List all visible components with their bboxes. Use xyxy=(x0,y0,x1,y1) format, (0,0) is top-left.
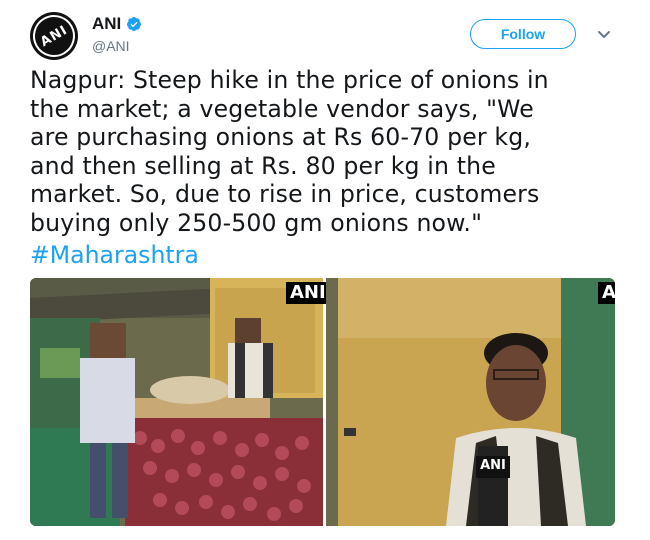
account-handle[interactable]: @ANI xyxy=(92,38,130,54)
avatar-logo-text: ANI xyxy=(37,22,71,50)
ani-watermark-right: A xyxy=(598,282,615,304)
ani-watermark-left: ANI xyxy=(286,282,330,304)
display-name[interactable]: ANI xyxy=(92,14,121,34)
name-row[interactable]: ANI xyxy=(92,14,142,34)
tweet-text: Nagpur: Steep hike in the price of onion… xyxy=(30,66,549,237)
ani-logo: ANI xyxy=(30,12,78,60)
avatar[interactable]: ANI xyxy=(30,12,78,60)
follow-button[interactable]: Follow xyxy=(470,19,576,49)
vendor-interview-photo[interactable] xyxy=(326,278,615,526)
tweet-media[interactable]: ANI A ANI xyxy=(30,278,615,526)
verified-badge-icon xyxy=(127,17,142,31)
tweet-header: ANI ANI @ANI Follow xyxy=(0,0,650,64)
market-photo[interactable] xyxy=(30,278,323,526)
chevron-down-icon[interactable] xyxy=(596,26,612,42)
hashtag-link[interactable]: #Maharashtra xyxy=(30,241,199,269)
microphone-label: ANI xyxy=(480,458,506,473)
